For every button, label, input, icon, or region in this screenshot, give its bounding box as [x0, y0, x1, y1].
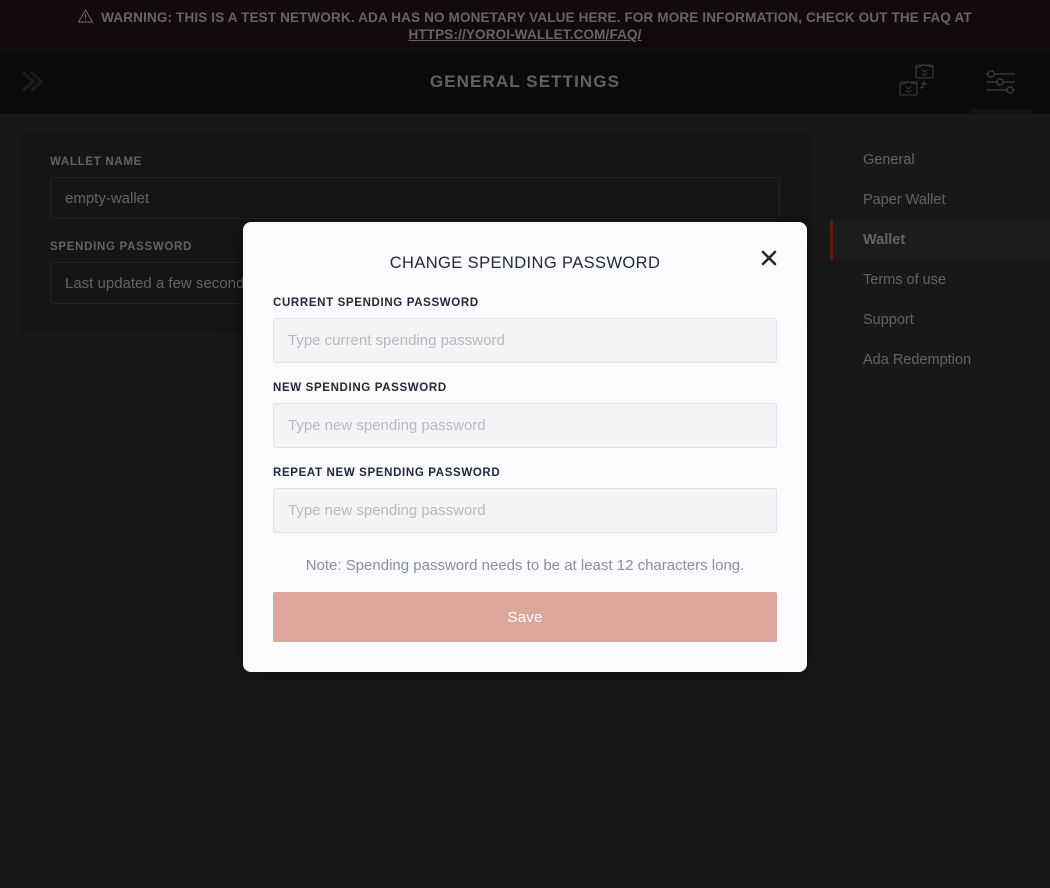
new-password-label: NEW SPENDING PASSWORD	[273, 382, 447, 394]
save-button[interactable]: Save	[273, 592, 777, 642]
repeat-password-field-block: REPEAT NEW SPENDING PASSWORD	[273, 467, 777, 533]
yoroi-logo-icon[interactable]	[18, 65, 52, 99]
close-icon[interactable]	[755, 244, 783, 272]
sidebar-item-label: Ada Redemption	[863, 352, 972, 368]
sidebar-item-label: Terms of use	[863, 272, 946, 288]
wallet-switch-icon[interactable]	[886, 50, 948, 114]
new-password-field-block: NEW SPENDING PASSWORD	[273, 382, 777, 448]
current-password-label: CURRENT SPENDING PASSWORD	[273, 297, 479, 309]
sidebar-item-ada-redemption[interactable]: Ada Redemption	[830, 340, 1050, 380]
top-bar: GENERAL SETTINGS	[0, 50, 1050, 114]
sidebar-item-terms-of-use[interactable]: Terms of use	[830, 260, 1050, 300]
settings-sliders-icon[interactable]	[970, 50, 1032, 114]
change-spending-password-dialog: CHANGE SPENDING PASSWORD CURRENT SPENDIN…	[243, 222, 807, 672]
password-requirement-note: Note: Spending password needs to be at l…	[305, 557, 745, 574]
repeat-new-spending-password-input[interactable]	[273, 488, 777, 533]
sidebar-item-support[interactable]: Support	[830, 300, 1050, 340]
sidebar-item-label: Support	[863, 312, 914, 328]
dialog-title: CHANGE SPENDING PASSWORD	[389, 254, 661, 272]
warning-banner-faq-link[interactable]: HTTPS://YOROI-WALLET.COM/FAQ/	[408, 27, 641, 42]
wallet-name-input[interactable]	[50, 177, 780, 219]
sidebar-item-general[interactable]: General	[830, 140, 1050, 180]
wallet-name-label: WALLET NAME	[50, 156, 143, 168]
new-spending-password-input[interactable]	[273, 403, 777, 448]
current-spending-password-input[interactable]	[273, 318, 777, 363]
sidebar-item-paper-wallet[interactable]: Paper Wallet	[830, 180, 1050, 220]
sidebar-item-label: Paper Wallet	[863, 192, 946, 208]
warning-banner-text: WARNING: THIS IS A TEST NETWORK. ADA HAS…	[101, 9, 972, 25]
sidebar-item-label: General	[863, 152, 915, 168]
settings-sidebar-column: General Paper Wallet Wallet Terms of use…	[830, 114, 1050, 888]
test-network-warning-banner: WARNING: THIS IS A TEST NETWORK. ADA HAS…	[0, 0, 1050, 50]
top-bar-actions	[886, 50, 1032, 114]
sidebar-item-label: Wallet	[863, 232, 906, 248]
current-password-field-block: CURRENT SPENDING PASSWORD	[273, 297, 777, 363]
wallet-name-field-block: WALLET NAME	[50, 156, 780, 219]
repeat-password-label: REPEAT NEW SPENDING PASSWORD	[273, 467, 501, 479]
warning-triangle-icon	[77, 8, 94, 26]
sidebar-item-wallet[interactable]: Wallet	[830, 220, 1050, 260]
warning-banner-line-1: WARNING: THIS IS A TEST NETWORK. ADA HAS…	[77, 8, 972, 26]
settings-menu: General Paper Wallet Wallet Terms of use…	[830, 128, 1050, 392]
